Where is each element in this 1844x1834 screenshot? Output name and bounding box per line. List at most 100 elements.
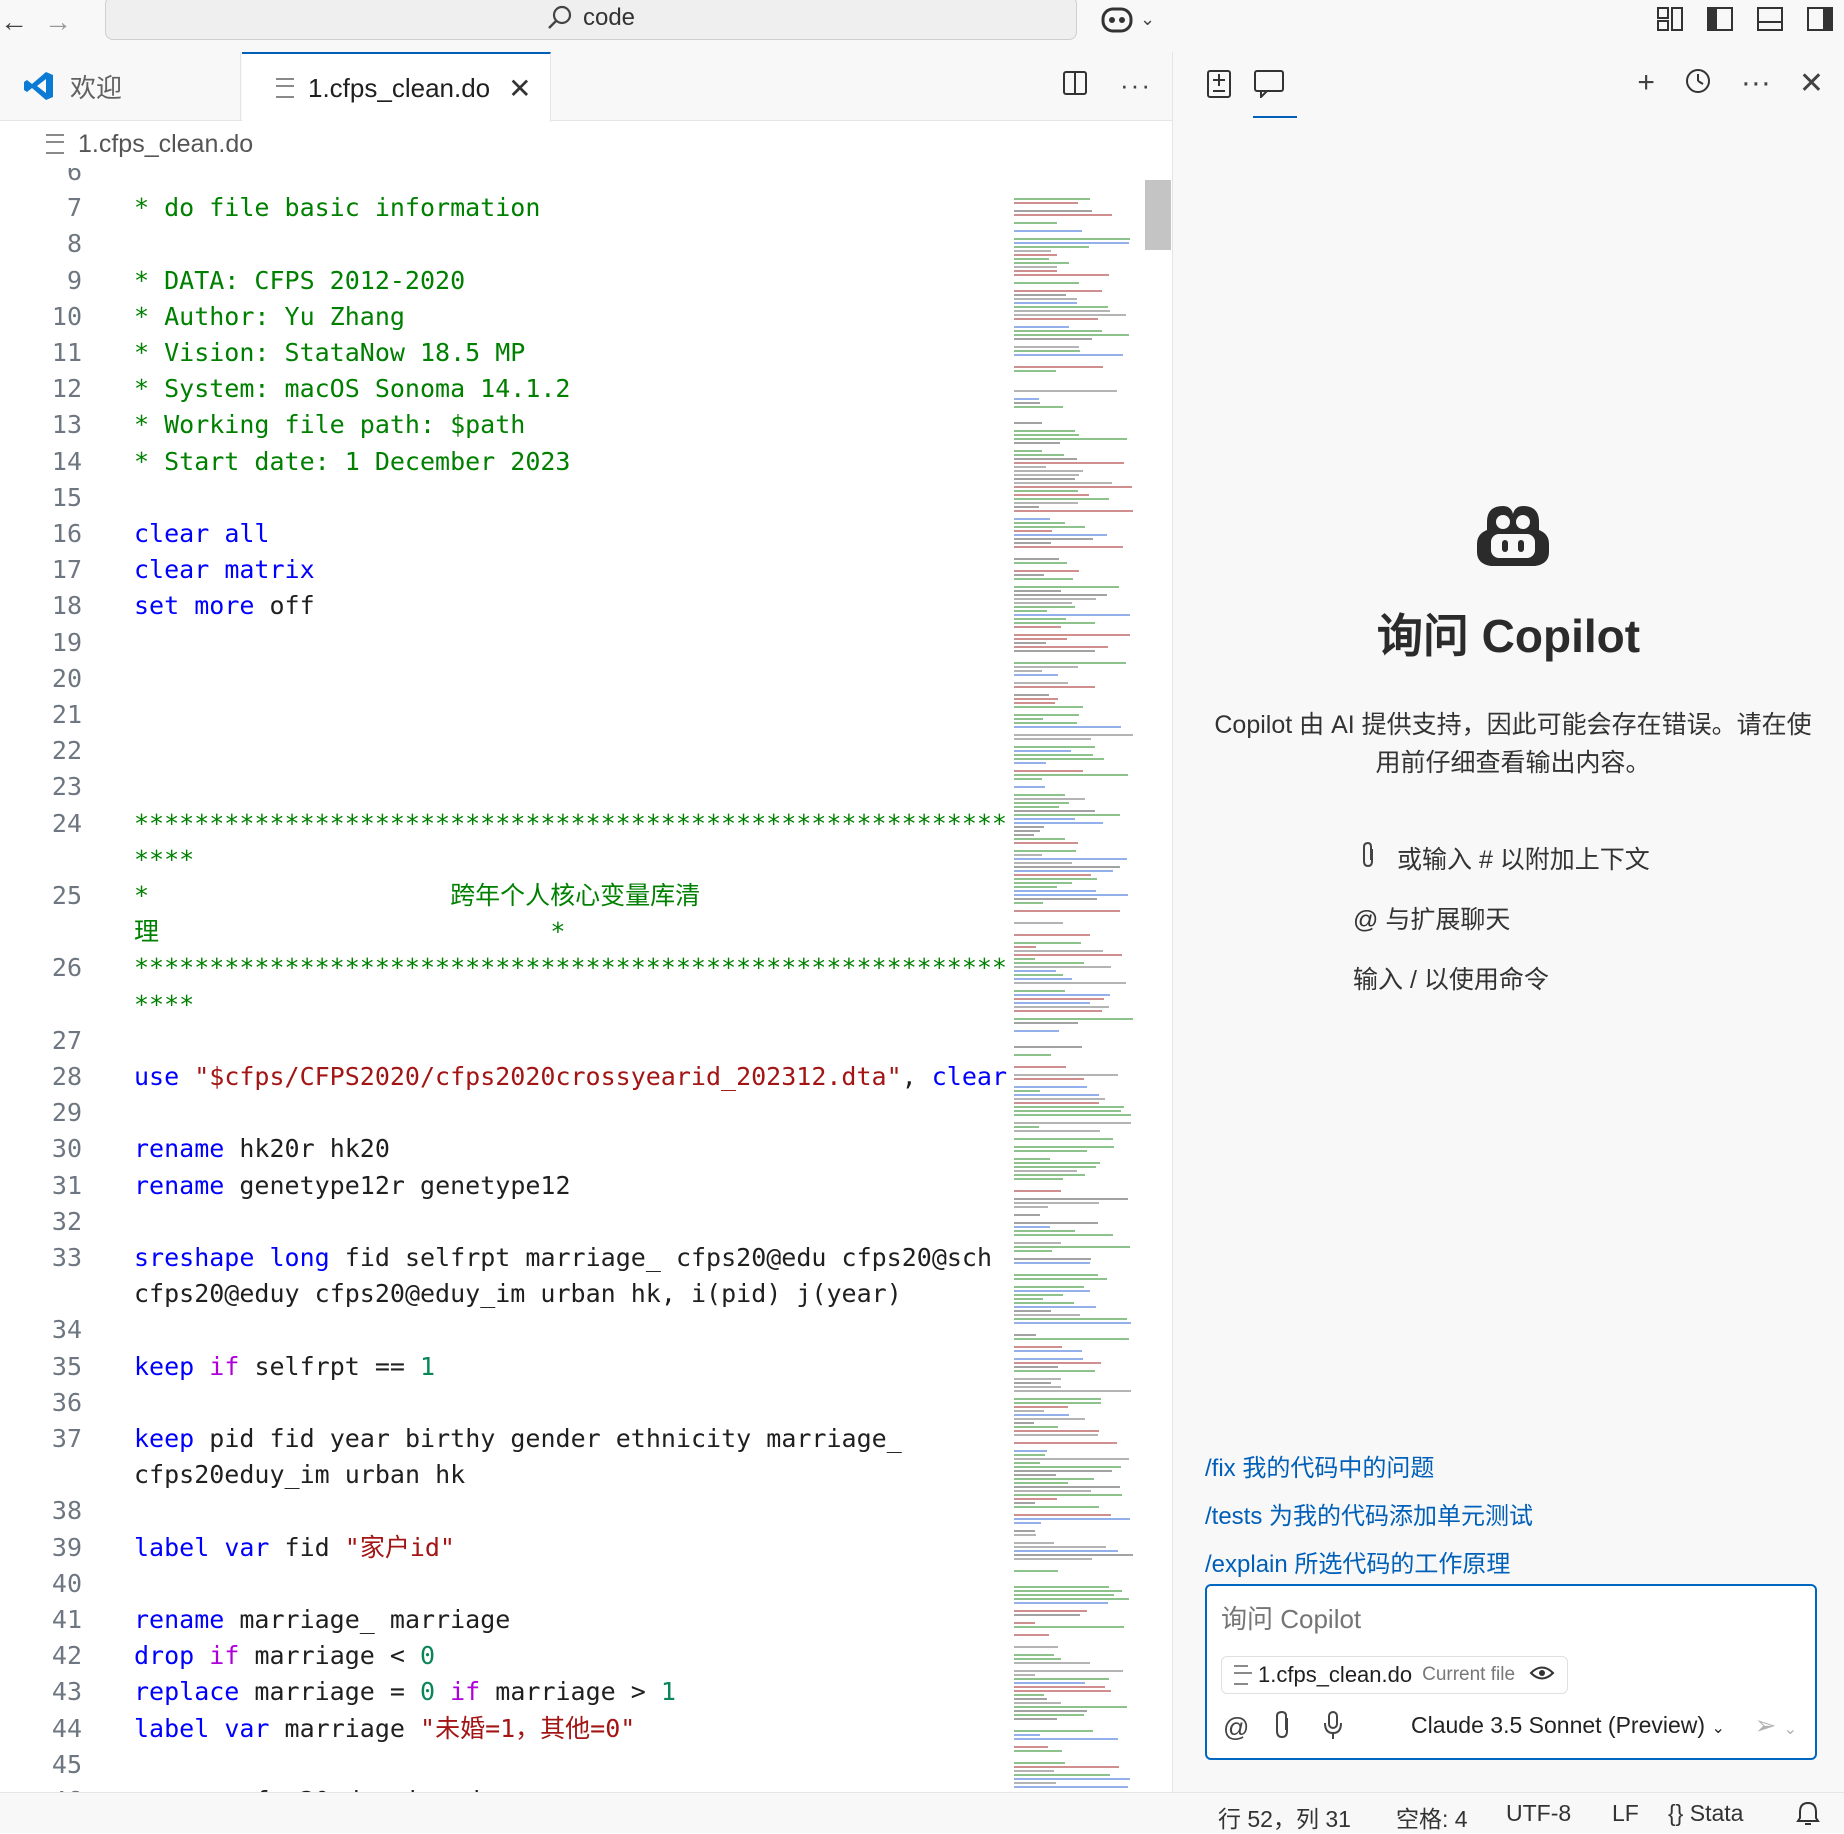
code-line[interactable]: 32 [0,1204,1010,1240]
line-number: 40 [51,1568,82,1598]
code-line[interactable]: 30 rename hk20r hk20 [0,1131,1010,1167]
code-line[interactable]: 45 [0,1747,1010,1783]
code-line[interactable]: 17 clear matrix [0,552,1010,588]
minimap-line [1014,1730,1093,1732]
code-line[interactable]: 22 [0,733,1010,769]
code-line[interactable]: 18 set more off [0,588,1010,624]
more-actions-icon[interactable]: ··· [1741,66,1771,104]
line-text: label var marriage "未婚=1，其他=0" [134,1713,636,1743]
indentation[interactable]: 空格: 4 [1396,1800,1468,1834]
copilot-menu[interactable]: ⌄ [1100,4,1155,34]
arrow-left-icon[interactable]: ← [0,6,28,38]
send-icon[interactable]: ➢ ⌄ [1755,1710,1797,1741]
code-line[interactable]: 37 keep pid fid year birthy gender ethnic… [0,1421,1010,1457]
chat-icon[interactable] [1253,68,1297,118]
encoding[interactable]: UTF-8 [1506,1800,1571,1827]
minimap-line [1014,422,1042,424]
minimap-line [1014,1338,1129,1340]
code-line[interactable]: 44 label var marriage "未婚=1，其他=0" [0,1711,1010,1747]
code-line[interactable]: cfps20@eduy cfps20@eduy_im urban hk, i(p… [0,1276,1010,1312]
minimap-line [1014,1594,1114,1596]
code-line[interactable]: 16 clear all [0,516,1010,552]
code-line[interactable]: 31 rename genetype12r genetype12 [0,1168,1010,1204]
chat-input[interactable] [1219,1598,1803,1640]
split-editor-icon[interactable] [1062,70,1088,103]
minimap-line [1014,1046,1082,1048]
code-line[interactable]: 26 **************************************… [0,950,1010,986]
code-line[interactable]: cfps20eduy_im urban hk [0,1457,1010,1493]
model-picker[interactable]: Claude 3.5 Sonnet (Preview) ⌄ [1411,1712,1725,1739]
microphone-icon[interactable] [1323,1710,1343,1747]
cursor-position[interactable]: 行 52，列 31 [1218,1800,1351,1834]
copilot-edits-icon[interactable] [1205,68,1241,102]
code-line[interactable]: 7 * do file basic information [0,190,1010,226]
code-line[interactable]: 15 [0,480,1010,516]
code-line[interactable]: 19 [0,625,1010,661]
code-line[interactable]: 10 * Author: Yu Zhang [0,299,1010,335]
tab-welcome[interactable]: 欢迎 [0,52,241,120]
at-icon[interactable]: @ [1223,1712,1249,1743]
minimap[interactable] [1012,168,1140,1792]
code-line[interactable]: 9 * DATA: CFPS 2012-2020 [0,263,1010,299]
minimap-line [1014,854,1042,856]
code-line[interactable]: 20 [0,661,1010,697]
line-ending[interactable]: LF [1612,1800,1639,1827]
code-line[interactable]: **** [0,987,1010,1023]
toggle-secondary-sidebar-icon[interactable] [1806,6,1834,32]
code-line[interactable]: 35 keep if selfrpt == 1 [0,1349,1010,1385]
close-icon[interactable]: ✕ [1799,66,1824,104]
line-number: 20 [51,663,82,693]
code-line[interactable]: 25 * 跨年个人核心变量库清 [0,878,1010,914]
slash-command-tests[interactable]: /tests 为我的代码添加单元测试 [1205,1496,1533,1531]
code-line[interactable]: 11 * Vision: StataNow 18.5 MP [0,335,1010,371]
toggle-panel-icon[interactable] [1756,6,1784,32]
customize-layout-icon[interactable] [1656,6,1684,32]
code-line[interactable]: 8 [0,226,1010,262]
tab-cfps-clean[interactable]: 1.cfps_clean.do ✕ [242,52,551,122]
code-line[interactable]: 14 * Start date: 1 December 2023 [0,444,1010,480]
code-line[interactable]: 33 sreshape long fid selfrpt marriage_ cf… [0,1240,1010,1276]
minimap-line [1014,1418,1085,1420]
minimap-line [1014,1086,1087,1088]
toggle-primary-sidebar-icon[interactable] [1706,6,1734,32]
history-icon[interactable] [1683,66,1713,104]
code-line[interactable]: 21 [0,697,1010,733]
code-line[interactable]: 29 [0,1095,1010,1131]
close-icon[interactable]: ✕ [508,72,531,105]
command-center-search[interactable]: code [105,0,1077,40]
code-line[interactable]: 46 rename cfps20eduy_im eduy [0,1783,1010,1792]
code-line[interactable]: 34 [0,1312,1010,1348]
code-line[interactable]: 36 [0,1385,1010,1421]
code-line[interactable]: 理 * [0,914,1010,950]
more-actions-icon[interactable]: ··· [1120,70,1152,103]
code-line[interactable]: 13 * Working file path: $path [0,407,1010,443]
minimap-line [1014,462,1124,464]
code-line[interactable]: 39 label var fid "家户id" [0,1530,1010,1566]
code-line[interactable]: **** [0,842,1010,878]
slash-command-explain[interactable]: /explain 所选代码的工作原理 [1205,1544,1510,1579]
code-line[interactable]: 24 **************************************… [0,806,1010,842]
language-mode[interactable]: {} Stata [1668,1800,1743,1827]
bell-icon[interactable] [1796,1800,1820,1832]
current-file-chip[interactable]: 1.cfps_clean.do Current file [1221,1656,1569,1694]
code-line[interactable]: 38 [0,1493,1010,1529]
minimap-line [1014,314,1126,316]
vertical-scrollbar[interactable] [1145,180,1171,250]
paperclip-icon[interactable] [1275,1710,1291,1747]
minimap-line [1014,1162,1100,1164]
code-line[interactable]: 12 * System: macOS Sonoma 14.1.2 [0,371,1010,407]
slash-command-fix[interactable]: /fix 我的代码中的问题 [1205,1448,1434,1483]
code-line[interactable]: 23 [0,769,1010,805]
code-line[interactable]: 41 rename marriage_ marriage [0,1602,1010,1638]
code-line[interactable]: 6 [0,168,1010,190]
code-line[interactable]: 28 use "$cfps/CFPS2020/cfps2020crossyeari… [0,1059,1010,1095]
code-editor[interactable]: 6 7 * do file basic information 8 9 * DATA: C… [0,168,1010,1792]
code-line[interactable]: 43 replace marriage = 0 if marriage > 1 [0,1674,1010,1710]
code-line[interactable]: 27 [0,1023,1010,1059]
code-line[interactable]: 40 [0,1566,1010,1602]
eye-icon[interactable] [1529,1662,1555,1688]
breadcrumb[interactable]: 1.cfps_clean.do [0,120,1172,168]
code-line[interactable]: 42 drop if marriage < 0 [0,1638,1010,1674]
new-chat-icon[interactable]: + [1637,66,1655,104]
arrow-right-icon[interactable]: → [44,6,72,38]
